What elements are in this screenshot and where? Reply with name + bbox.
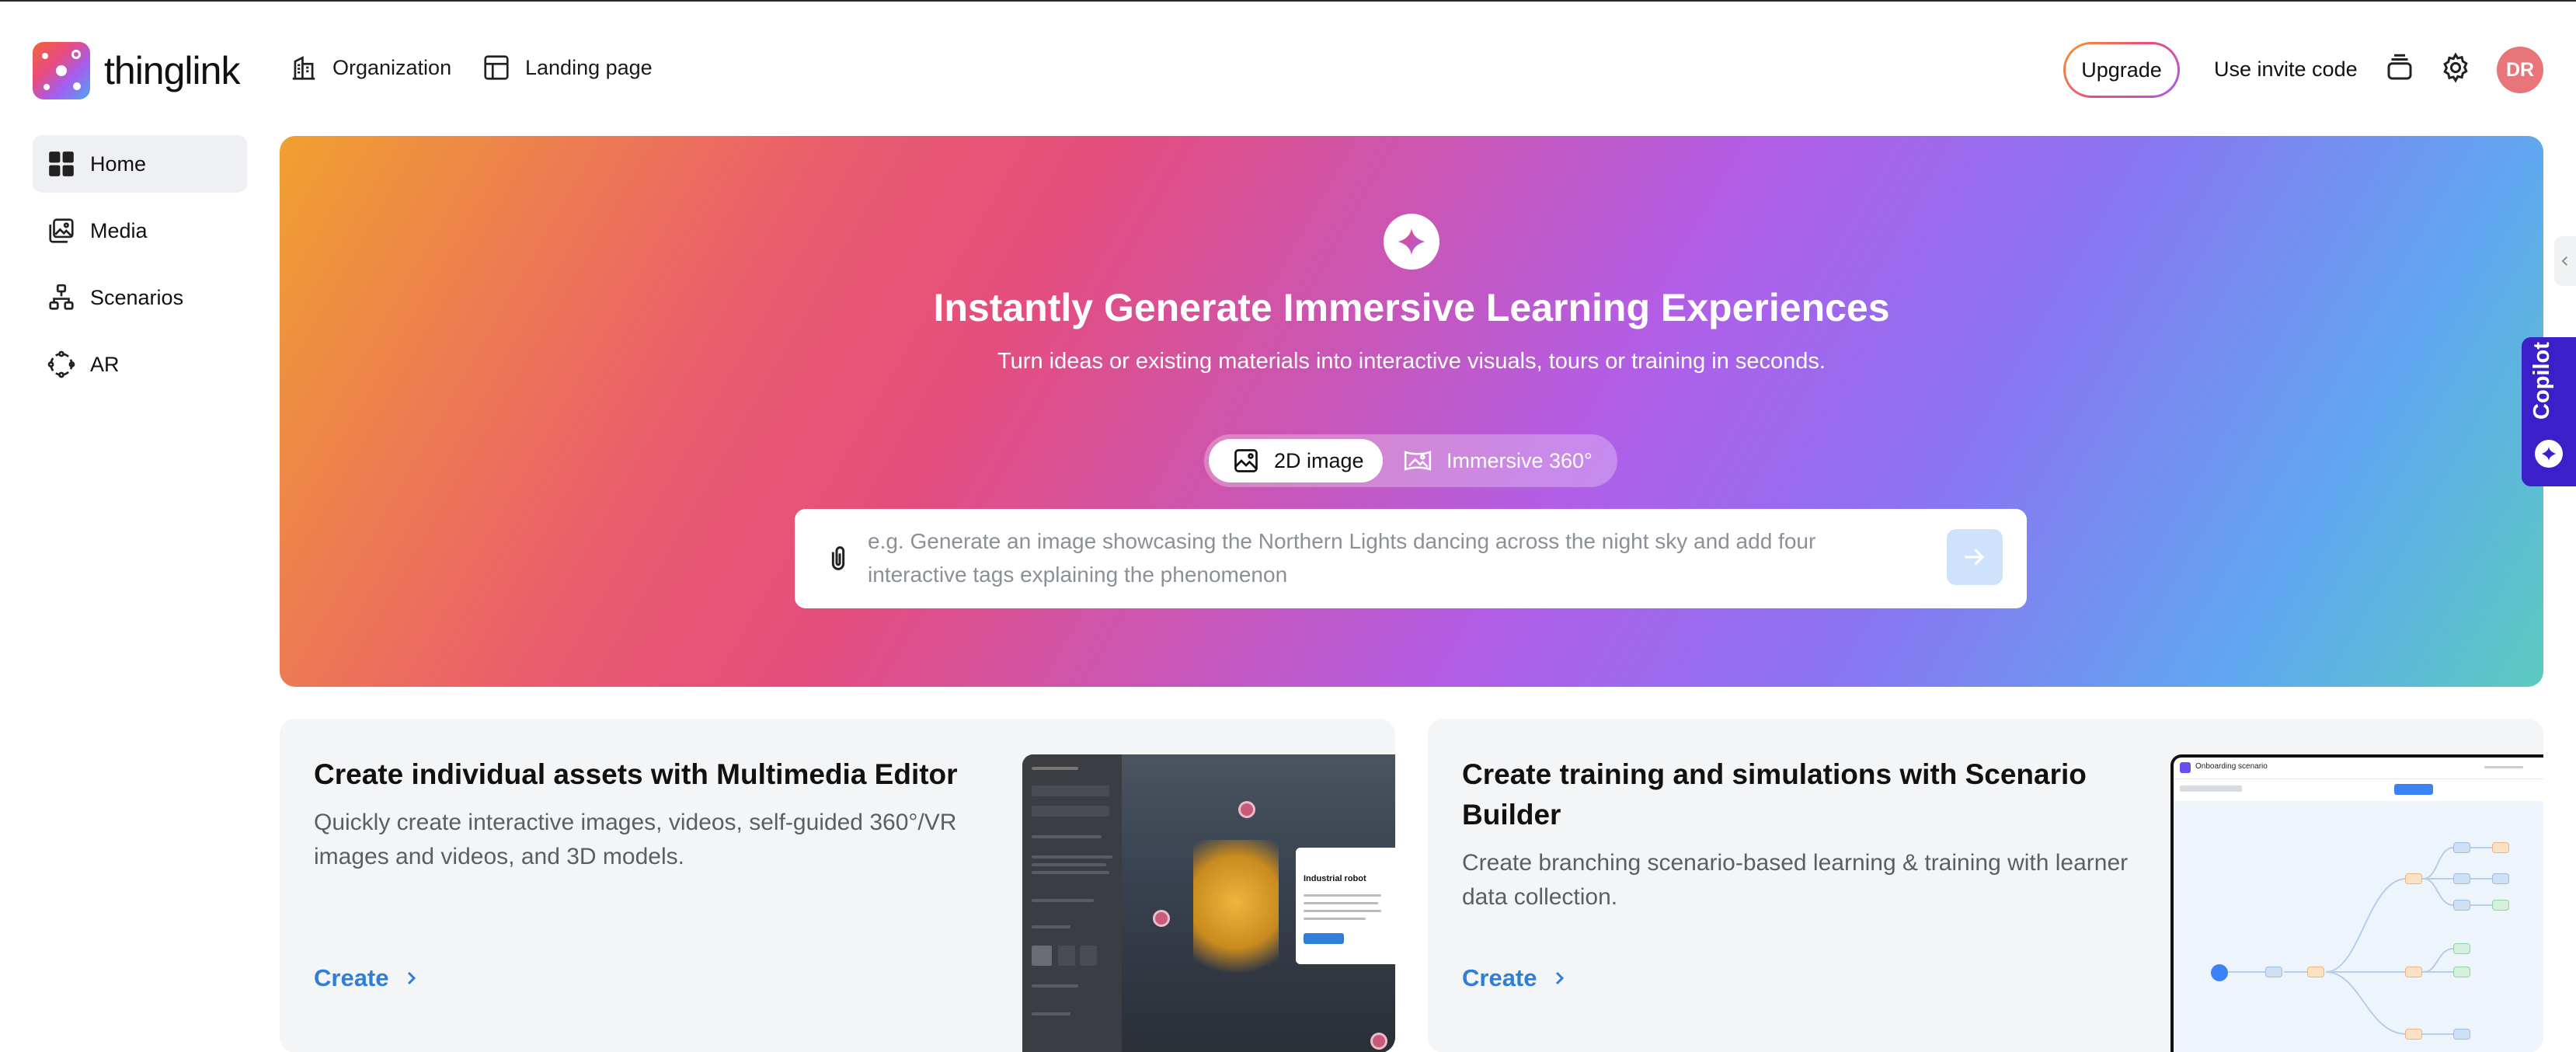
user-avatar[interactable]: DR	[2497, 47, 2543, 93]
copilot-tab[interactable]: Copilot	[2522, 337, 2576, 486]
mode-toggle: 2D image Immersive 360°	[1204, 434, 1617, 487]
settings-button[interactable]	[2439, 51, 2472, 88]
chevron-left-icon	[2561, 256, 2567, 266]
sidebar: Home Media Scenarios AR	[33, 135, 247, 402]
upgrade-button-label: Upgrade	[2066, 44, 2177, 96]
ai-generate-hero: Instantly Generate Immersive Learning Ex…	[280, 136, 2543, 687]
chevron-right-icon	[1555, 971, 1564, 985]
send-button[interactable]	[1947, 529, 2003, 585]
scenario-builder-preview: Onboarding scenario	[2170, 754, 2543, 1052]
nav-organization[interactable]: Organization	[289, 53, 451, 82]
sidebar-item-media[interactable]: Media	[33, 202, 247, 260]
preview-scenario-title: Onboarding scenario	[2195, 762, 2268, 771]
create-scenario-link[interactable]: Create	[1462, 964, 1568, 992]
nav-landing-page-label: Landing page	[525, 55, 653, 79]
create-multimedia-link[interactable]: Create	[314, 964, 420, 992]
images-icon	[49, 218, 74, 243]
multimedia-editor-card[interactable]: Create individual assets with Multimedia…	[280, 719, 1395, 1052]
card-title: Create individual assets with Multimedia…	[314, 758, 958, 790]
thinglink-logo-icon	[33, 42, 90, 99]
mode-2d-image[interactable]: 2D image	[1209, 439, 1383, 482]
sparkle-badge	[1384, 214, 1439, 270]
preview-popup-title: Industrial robot	[1304, 874, 1366, 883]
brand-name: thinglink	[104, 49, 240, 92]
building-icon	[292, 56, 315, 80]
preview-toolbar: Onboarding scenario	[2174, 758, 2543, 779]
mode-immersive-360-label: Immersive 360°	[1446, 448, 1593, 472]
sidebar-item-label: Media	[90, 218, 148, 242]
mode-2d-image-label: 2D image	[1274, 448, 1364, 472]
preview-tag-dot	[1238, 801, 1255, 818]
preview-editor-panel	[1022, 754, 1122, 1052]
preview-flow-canvas	[2174, 801, 2543, 1052]
arrow-right-icon	[1965, 549, 1985, 566]
attach-button[interactable]	[823, 543, 854, 578]
prompt-input[interactable]: e.g. Generate an image showcasing the No…	[868, 524, 1885, 591]
panorama-icon	[1404, 451, 1432, 471]
nav-landing-page[interactable]: Landing page	[482, 53, 653, 82]
preview-start-node	[2211, 964, 2228, 981]
sidebar-item-label: Home	[90, 152, 147, 176]
ar-icon	[47, 350, 75, 378]
preview-factory-image: Industrial robot	[1122, 754, 1395, 1052]
chevron-right-icon	[407, 971, 416, 985]
create-link-label: Create	[1462, 964, 1537, 991]
sparkle-icon	[1398, 228, 1426, 256]
grid-icon	[49, 152, 74, 176]
nav-organization-label: Organization	[332, 55, 452, 79]
mode-immersive-360[interactable]: Immersive 360°	[1403, 439, 1593, 482]
upgrade-button[interactable]: Upgrade	[2063, 42, 2180, 98]
sidebar-item-label: Scenarios	[90, 285, 184, 309]
sidebar-item-home[interactable]: Home	[33, 135, 247, 193]
use-invite-code-link[interactable]: Use invite code	[2214, 57, 2358, 82]
top-header: thinglink Organization Landing page Upgr…	[0, 2, 2576, 134]
hero-title: Instantly Generate Immersive Learning Ex…	[933, 286, 1890, 329]
image-icon	[1234, 449, 1258, 472]
collapse-panel-tab[interactable]	[2554, 236, 2576, 286]
gear-icon	[2443, 52, 2468, 83]
brand-logo[interactable]: thinglink	[33, 42, 240, 99]
flow-icon	[49, 284, 74, 310]
preview-robot-shape	[1193, 840, 1279, 995]
card-title: Create training and simulations with Sce…	[1462, 758, 2087, 831]
paperclip-icon	[831, 546, 845, 570]
sidebar-item-label: AR	[90, 352, 120, 376]
card-description: Create branching scenario-based learning…	[1462, 850, 2129, 910]
layout-icon	[484, 55, 509, 80]
preview-tag-popup: Industrial robot	[1296, 848, 1395, 964]
create-link-label: Create	[314, 964, 389, 991]
scenario-builder-card[interactable]: Create training and simulations with Sce…	[1428, 719, 2543, 1052]
stack-icon	[2387, 54, 2412, 80]
copilot-label: Copilot	[2529, 342, 2554, 420]
preview-tag-dot	[1370, 1033, 1387, 1050]
sidebar-item-scenarios[interactable]: Scenarios	[33, 269, 247, 326]
sidebar-item-ar[interactable]: AR	[33, 336, 247, 393]
card-description: Quickly create interactive images, video…	[314, 810, 957, 869]
hero-subtitle: Turn ideas or existing materials into in…	[997, 349, 1826, 374]
layers-button[interactable]	[2383, 51, 2416, 88]
multimedia-editor-preview: Industrial robot	[1022, 754, 1395, 1052]
prompt-box[interactable]: e.g. Generate an image showcasing the No…	[795, 509, 2027, 608]
preview-tag-dot	[1153, 910, 1170, 927]
copilot-sparkle-icon	[2535, 440, 2563, 468]
preview-flow-lines	[2222, 847, 2492, 1035]
